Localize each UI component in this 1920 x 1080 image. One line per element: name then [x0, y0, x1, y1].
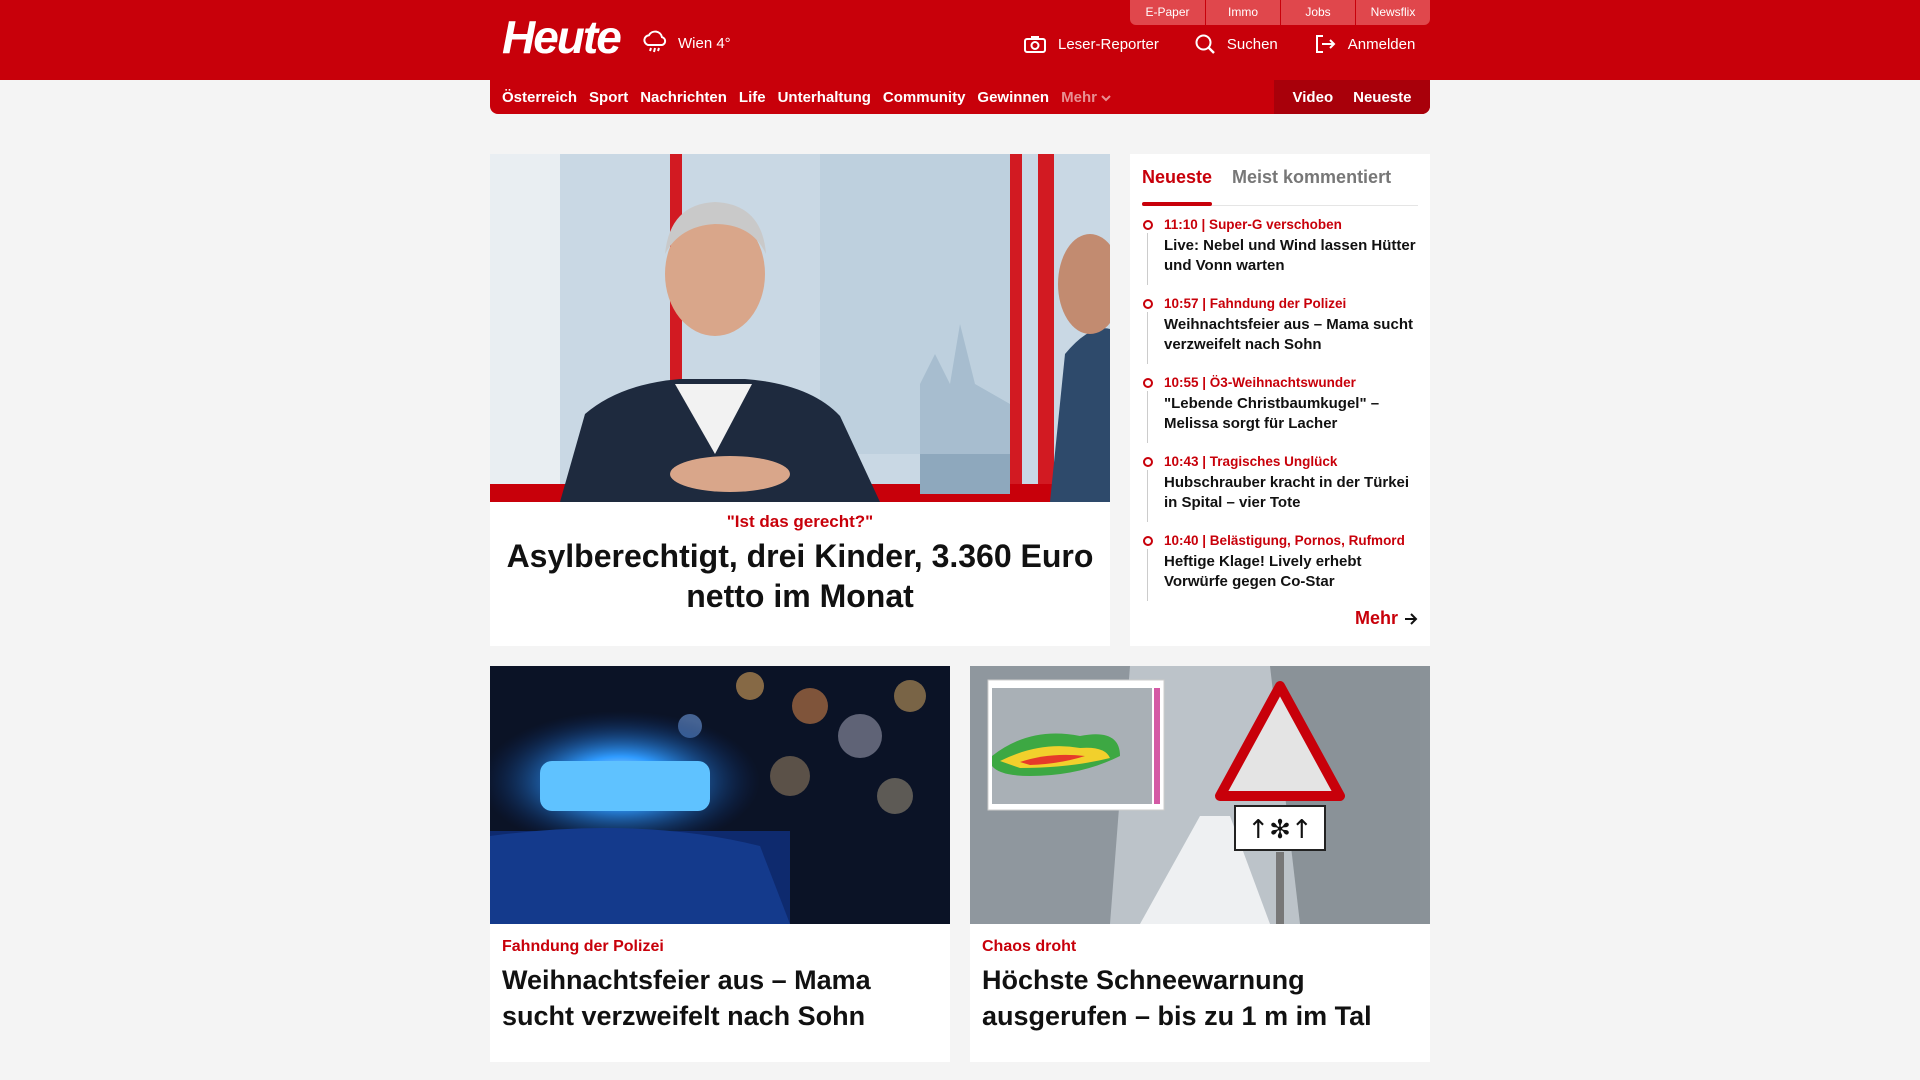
link-newsflix[interactable]: Newsflix — [1355, 0, 1430, 25]
ticker-item[interactable]: 10:57 | Fahndung der Polizei Weihnachtsf… — [1142, 295, 1422, 374]
ticker-meta: 10:40 | Belästigung, Pornos, Rufmord — [1164, 533, 1405, 548]
hero-headline[interactable]: Asylberechtigt, drei Kinder, 3.360 Euro … — [490, 536, 1110, 616]
timeline-dot — [1143, 536, 1153, 546]
timeline-dot — [1143, 378, 1153, 388]
card-headline[interactable]: Weihnachtsfeier aus – Mama sucht verzwei… — [502, 962, 938, 1034]
login-icon — [1315, 35, 1336, 53]
ticker-tabs: Neueste Meist kommentiert — [1142, 162, 1418, 206]
timeline-dot — [1143, 220, 1153, 230]
ticker-title[interactable]: Live: Nebel und Wind lassen Hütter und V… — [1164, 236, 1422, 276]
timeline-line — [1147, 470, 1148, 522]
link-jobs[interactable]: Jobs — [1280, 0, 1355, 25]
ticker-item[interactable]: 11:10 | Super-G verschoben Live: Nebel u… — [1142, 216, 1422, 295]
ticker-more-link[interactable]: Mehr — [1355, 608, 1418, 629]
login-label: Anmelden — [1347, 35, 1416, 53]
card-image[interactable] — [490, 666, 950, 924]
article-card[interactable]: Fahndung der Polizei Weihnachtsfeier aus… — [490, 666, 950, 1062]
site-logo[interactable]: Heute — [502, 12, 622, 62]
link-immo[interactable]: Immo — [1205, 0, 1280, 25]
card-headline[interactable]: Höchste Schneewarnung ausgerufen – bis z… — [982, 962, 1418, 1034]
arrow-right-icon — [1405, 612, 1418, 625]
tab-neueste[interactable]: Neueste — [1142, 162, 1213, 206]
snow-warning-photo: ↑✻↑ — [970, 666, 1430, 924]
nav-oesterreich[interactable]: Österreich — [502, 89, 577, 106]
ticker-title[interactable]: Heftige Klage! Lively erhebt Vorwürfe ge… — [1164, 552, 1422, 592]
hero-image[interactable] — [490, 154, 1110, 502]
ticker-item[interactable]: 10:55 | Ö3-Weihnachtswunder "Lebende Chr… — [1142, 374, 1422, 453]
ticker-meta: 10:55 | Ö3-Weihnachtswunder — [1164, 375, 1356, 390]
ticker-item[interactable]: 10:43 | Tragisches Unglück Hubschrauber … — [1142, 453, 1422, 532]
tab-meist-kommentiert[interactable]: Meist kommentiert — [1232, 162, 1391, 205]
nav-unterhaltung[interactable]: Unterhaltung — [778, 89, 871, 106]
ticker-meta: 10:57 | Fahndung der Polizei — [1164, 296, 1347, 311]
nav-nachrichten[interactable]: Nachrichten — [640, 89, 727, 106]
nav-more-label: Mehr — [1061, 88, 1097, 106]
main-nav: Österreich Sport Nachrichten Life Unterh… — [490, 80, 1430, 114]
hero-article[interactable]: "Ist das gerecht?" Asylberechtigt, drei … — [490, 154, 1110, 646]
ticker-title[interactable]: Hubschrauber kracht in der Türkei in Spi… — [1164, 473, 1422, 513]
nav-life[interactable]: Life — [739, 89, 766, 106]
header-bar — [0, 0, 1920, 80]
hero-photo — [490, 154, 1110, 502]
nav-gewinnen[interactable]: Gewinnen — [977, 89, 1049, 106]
search-label: Suchen — [1226, 35, 1278, 53]
chevron-down-icon — [1101, 94, 1111, 101]
leser-reporter-label: Leser-Reporter — [1058, 35, 1159, 53]
weather-label: Wien 4° — [678, 34, 731, 52]
article-card[interactable]: ↑✻↑ Chaos droht Höchste Schneewarnung au… — [970, 666, 1430, 1062]
leser-reporter-button[interactable]: Leser-Reporter — [1024, 35, 1159, 53]
weather-widget[interactable]: Wien 4° — [640, 28, 731, 58]
ticker-list: 11:10 | Super-G verschoben Live: Nebel u… — [1142, 216, 1422, 611]
nav-sport[interactable]: Sport — [589, 89, 628, 106]
timeline-line — [1147, 312, 1148, 364]
ticker-meta: 11:10 | Super-G verschoben — [1164, 217, 1342, 232]
login-button[interactable]: Anmelden — [1314, 34, 1416, 54]
nav-more[interactable]: Mehr — [1061, 89, 1111, 106]
hero-kicker: "Ist das gerecht?" — [726, 512, 874, 531]
cloud-rain-icon — [643, 30, 667, 53]
news-ticker-panel: Neueste Meist kommentiert 11:10 | Super-… — [1130, 154, 1430, 646]
ticker-meta: 10:43 | Tragisches Unglück — [1164, 454, 1338, 469]
card-kicker: Fahndung der Polizei — [502, 938, 664, 955]
link-epaper[interactable]: E-Paper — [1130, 0, 1205, 25]
timeline-dot — [1143, 299, 1153, 309]
ticker-item[interactable]: 10:40 | Belästigung, Pornos, Rufmord Hef… — [1142, 532, 1422, 611]
police-light-photo — [490, 666, 950, 924]
utility-links: E-Paper Immo Jobs Newsflix — [1130, 0, 1430, 25]
timeline-line — [1147, 233, 1148, 285]
nav-right: Video Neueste — [1274, 80, 1430, 114]
ticker-title[interactable]: "Lebende Christbaumkugel" – Melissa sorg… — [1164, 394, 1422, 434]
svg-text:↑✻↑: ↑✻↑ — [1247, 815, 1312, 845]
ticker-more-label: Mehr — [1354, 608, 1398, 628]
timeline-dot — [1143, 457, 1153, 467]
card-image[interactable]: ↑✻↑ — [970, 666, 1430, 924]
timeline-line — [1147, 549, 1148, 601]
search-icon — [1195, 34, 1215, 54]
nav-video[interactable]: Video — [1293, 89, 1334, 106]
camera-icon — [1024, 36, 1046, 53]
nav-community[interactable]: Community — [883, 89, 966, 106]
card-kicker: Chaos droht — [982, 938, 1077, 955]
ticker-title[interactable]: Weihnachtsfeier aus – Mama sucht verzwei… — [1164, 315, 1422, 355]
nav-neueste[interactable]: Neueste — [1353, 89, 1411, 106]
search-button[interactable]: Suchen — [1195, 34, 1278, 54]
header-actions: Leser-Reporter Suchen Anmelden — [1024, 34, 1451, 54]
timeline-line — [1147, 391, 1148, 443]
